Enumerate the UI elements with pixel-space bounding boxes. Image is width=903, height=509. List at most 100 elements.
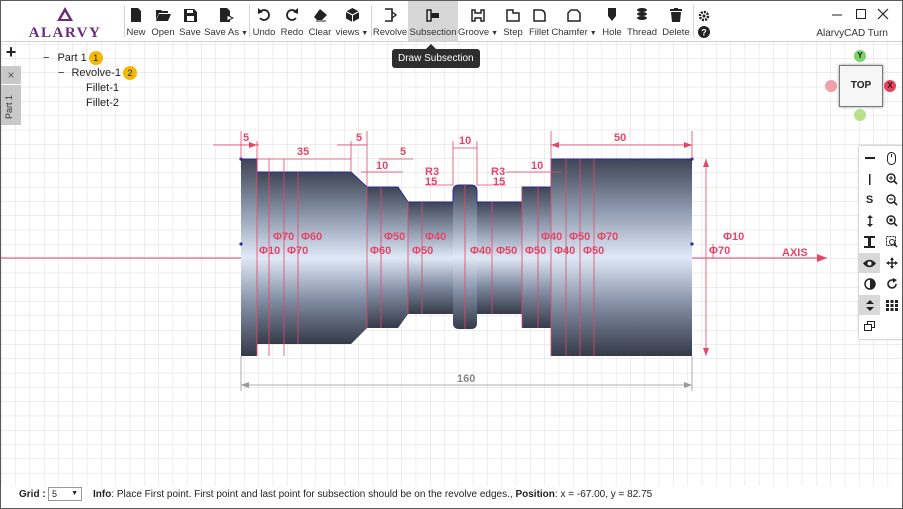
save-as-label: Save As [204, 27, 239, 38]
diameter-label: Φ70 [597, 231, 618, 243]
grid-toggle-icon[interactable] [881, 295, 902, 315]
diameter-label: Φ70 [287, 245, 308, 257]
tree-item-part[interactable]: − Part 1 1 [43, 51, 103, 65]
add-part-button[interactable]: + [1, 42, 21, 62]
chamfer-button[interactable]: Chamfer ▼ [551, 1, 597, 41]
status-bar: Grid : 5 ▼ Info: Place First point. Firs… [1, 485, 902, 507]
zoom-in-icon[interactable] [881, 169, 902, 189]
chamfer-icon [567, 8, 581, 22]
chamfer-label: Chamfer [551, 27, 588, 38]
grid-size-value: 5 [52, 489, 58, 499]
toolbar-separator [693, 5, 694, 37]
dim-label: 10 [376, 160, 388, 172]
count-badge: 1 [88, 51, 103, 65]
dim-label: 5 [400, 146, 406, 158]
revolve-button[interactable]: Revolve [372, 1, 408, 41]
svg-text:ALARVY: ALARVY [29, 25, 102, 39]
sort-updown-icon[interactable] [859, 295, 880, 315]
new-button[interactable]: New [126, 1, 146, 41]
alarvy-logo: ALARVY [29, 7, 102, 39]
collapse-toolbox-icon[interactable] [859, 148, 880, 168]
tree-item-revolve[interactable]: − Revolve-1 2 [58, 66, 137, 80]
save-as-icon [219, 8, 234, 22]
hole-label: Hole [602, 27, 622, 38]
subsection-label: Subsection [409, 27, 457, 38]
layers-icon[interactable] [859, 316, 880, 336]
settings-gear-icon[interactable] [697, 9, 711, 23]
svg-text:?: ? [701, 28, 707, 38]
chevron-down-icon: ▼ [71, 490, 78, 497]
rotate-icon[interactable] [881, 274, 902, 294]
step-label: Step [503, 27, 523, 38]
new-label: New [126, 27, 146, 38]
redo-icon [286, 8, 298, 21]
app-window: 5 35 5 5 10 10 10 50 R3 R3 15 15 Φ70 Φ60… [0, 0, 903, 509]
zoom-window-icon[interactable] [881, 232, 902, 252]
views-button[interactable]: views ▼ [336, 1, 368, 41]
undo-button[interactable]: Undo [252, 1, 276, 41]
spline-tool-icon[interactable]: S [859, 190, 880, 210]
x-axis-handle[interactable]: X [884, 80, 896, 92]
save-button[interactable]: Save [179, 1, 201, 41]
main-toolbar: ALARVY New Open Save Save As▼ Undo Redo [1, 1, 902, 42]
zoom-fit-icon[interactable] [881, 211, 902, 231]
left-panel: + × Part 1 [1, 42, 21, 132]
delete-button[interactable]: Delete [661, 1, 691, 41]
visibility-eye-icon[interactable] [859, 253, 880, 273]
zoom-out-icon[interactable] [881, 190, 902, 210]
line-tool-icon[interactable] [859, 169, 880, 189]
save-as-button[interactable]: Save As ▼ [204, 1, 248, 41]
help-icon[interactable]: ? [697, 25, 711, 39]
view-cube[interactable]: TOP [839, 65, 883, 107]
toolbar-separator [124, 5, 125, 37]
hole-button[interactable]: Hole [600, 1, 624, 41]
thread-button[interactable]: Thread [627, 1, 657, 41]
close-window-icon[interactable] [876, 7, 890, 21]
cube-icon [345, 8, 359, 22]
pan-icon[interactable] [881, 253, 902, 273]
drawing-canvas[interactable]: 5 35 5 5 10 10 10 50 R3 R3 15 15 Φ70 Φ60… [1, 42, 902, 486]
maximize-icon[interactable] [854, 7, 868, 21]
section-tool-icon[interactable] [859, 232, 880, 252]
collapse-icon[interactable]: − [43, 52, 49, 64]
axis-label: AXIS [782, 247, 808, 259]
trash-icon [670, 8, 682, 22]
redo-button[interactable]: Redo [281, 1, 303, 41]
groove-label: Groove [457, 27, 490, 38]
revolve-label: Revolve [372, 27, 408, 38]
collapse-icon[interactable]: − [58, 67, 64, 79]
tooltip: Draw Subsection [392, 44, 480, 68]
step-button[interactable]: Step [502, 1, 524, 41]
clear-button[interactable]: Clear [308, 1, 332, 41]
neg-x-axis-handle[interactable] [825, 80, 837, 92]
tree-item-fillet-1[interactable]: Fillet-1 [86, 82, 119, 94]
close-part-button[interactable]: × [1, 66, 21, 84]
part-tab[interactable]: Part 1 [1, 85, 21, 125]
tree-item-fillet-2[interactable]: Fillet-2 [86, 97, 119, 109]
diameter-label: Φ40 [541, 231, 562, 243]
groove-icon [471, 8, 485, 22]
delete-label: Delete [662, 27, 690, 38]
overall-length-label: 160 [457, 373, 475, 385]
groove-button[interactable]: Groove ▼ [457, 1, 498, 41]
diameter-label: Φ50 [583, 245, 604, 257]
dim-label: 10 [459, 135, 471, 147]
dim-label: 15 [493, 176, 505, 188]
open-button[interactable]: Open [151, 1, 175, 41]
contrast-icon[interactable] [859, 274, 880, 294]
grid-size-select[interactable]: 5 ▼ [48, 487, 82, 501]
y-axis-handle[interactable]: Y [854, 50, 866, 62]
neg-y-axis-handle[interactable] [854, 109, 866, 121]
vertical-dim-icon[interactable] [859, 211, 880, 231]
revolve-icon [384, 8, 397, 22]
redo-label: Redo [280, 27, 304, 38]
fillet-button[interactable]: Fillet [528, 1, 550, 41]
diameter-label: Φ60 [370, 245, 391, 257]
open-label: Open [151, 27, 175, 38]
subsection-button[interactable]: Subsection [408, 1, 458, 41]
diameter-label: Φ50 [525, 245, 546, 257]
mouse-icon[interactable] [881, 148, 902, 168]
minimize-icon[interactable] [830, 7, 844, 21]
app-title: AlarvyCAD Turn [816, 28, 888, 39]
info-label: Info [93, 489, 112, 500]
